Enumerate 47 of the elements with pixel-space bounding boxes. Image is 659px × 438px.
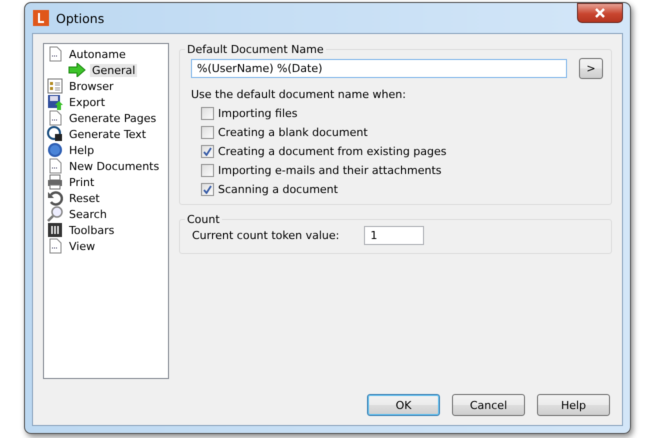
window-title: Options [56,10,106,26]
checkbox-label: Creating a blank document [218,126,368,139]
app-logo-icon [33,10,49,26]
tree-item[interactable]: Search [47,206,109,222]
tree-item[interactable]: Toolbars [47,222,116,238]
tree-item[interactable]: Browser [47,78,116,94]
prompt-text: Use the default document name when: [191,88,407,101]
undo-icon [47,190,63,206]
page-icon [47,110,63,126]
printer-icon [47,174,63,190]
tree-item[interactable]: View [47,238,98,254]
dialog-button[interactable]: Cancel [452,394,525,416]
search-icon [47,206,63,222]
name-input-field[interactable]: %(UserName) %(Date) [191,59,567,78]
tree-item[interactable]: New Documents [47,158,162,174]
tree-item[interactable]: Reset [47,190,102,206]
dialog-button[interactable]: OK [367,394,440,416]
checkbox-label: Importing e-mails and their attachments [218,164,442,177]
checkbox-label: Scanning a document [218,183,338,196]
arrow-icon [68,63,86,77]
tree-item[interactable]: General [90,64,138,76]
dialog-button[interactable]: Help [537,394,610,416]
document-icon [47,46,63,62]
close-icon [594,8,606,18]
group-title: Count [186,213,221,226]
insert-button[interactable]: > [579,58,603,79]
tree-item[interactable]: Export [47,94,108,110]
tree-item[interactable]: Help [47,142,96,158]
tree-item[interactable]: Generate Text [47,126,148,142]
checkbox-label: Importing files [218,107,298,120]
grid-icon [47,78,63,94]
new-page-icon [47,158,63,174]
checkbox[interactable] [201,164,214,177]
tree-item[interactable]: Print [47,174,96,190]
checkbox[interactable] [201,107,214,120]
checkbox-label: Creating a document from existing pages [218,145,447,158]
tree-item[interactable]: Autoname [47,46,128,62]
group-title: Default Document Name [186,43,325,56]
tree-item[interactable]: Generate Pages [47,110,158,126]
checkbox[interactable] [201,126,214,139]
close-button[interactable] [577,3,623,23]
toolbar-icon [47,222,63,238]
checkbox[interactable] [201,183,214,196]
count-input-field[interactable]: 1 [364,226,424,245]
checkbox[interactable] [201,145,214,158]
page-icon [47,238,63,254]
field-label: Current count token value: [192,229,340,242]
